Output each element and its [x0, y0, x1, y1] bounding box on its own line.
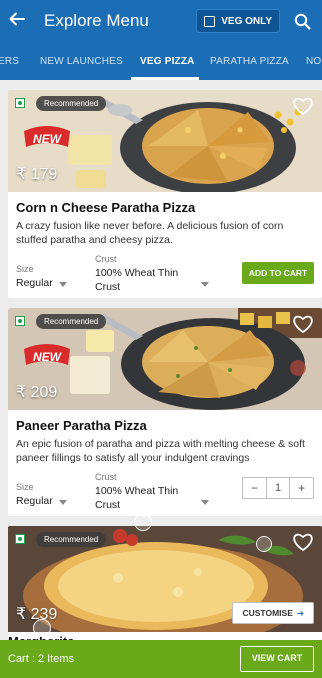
- new-badge-icon: NEW: [24, 126, 70, 147]
- touch-indicator: [256, 536, 272, 552]
- veg-only-label: VEG ONLY: [221, 15, 272, 27]
- product-description: A crazy fusion like never before. A deli…: [16, 220, 284, 246]
- touch-indicator: [33, 619, 51, 637]
- veg-mark-icon: [15, 316, 25, 326]
- product-card[interactable]: Recommended ₹ 239 CUSTOMISE ➔: [8, 526, 322, 640]
- size-label: Size: [16, 482, 34, 492]
- quantity-value: 1: [265, 478, 291, 498]
- product-image: Recommended NEW ₹ 179: [8, 90, 322, 192]
- arrow-back-icon[interactable]: [8, 10, 34, 32]
- chevron-down-icon[interactable]: [201, 282, 209, 287]
- recommended-badge: Recommended: [36, 314, 107, 329]
- chevron-down-icon[interactable]: [59, 500, 67, 505]
- product-description: An epic fusion of paratha and pizza with…: [16, 438, 305, 464]
- product-image: Recommended NEW ₹ 209: [8, 308, 322, 410]
- customise-button[interactable]: CUSTOMISE ➔: [232, 602, 314, 624]
- arrow-right-icon: ➔: [296, 608, 304, 618]
- cart-summary: Cart : 2 Items: [8, 653, 75, 665]
- heart-icon[interactable]: [292, 314, 314, 339]
- size-select[interactable]: Regular: [16, 276, 53, 290]
- product-card[interactable]: Recommended NEW ₹ 179 Corn n Cheese Para…: [8, 90, 322, 298]
- heart-icon[interactable]: [292, 532, 314, 557]
- recommended-badge: Recommended: [36, 96, 107, 111]
- view-cart-button[interactable]: VIEW CART: [240, 646, 314, 672]
- increment-button[interactable]: +: [290, 478, 313, 498]
- add-to-cart-button[interactable]: ADD TO CART: [242, 262, 314, 284]
- customise-label: CUSTOMISE: [242, 608, 293, 618]
- tab-veg-pizza[interactable]: VEG PIZZA: [140, 56, 195, 67]
- checkbox-icon: [204, 15, 216, 27]
- product-price: ₹ 209: [16, 384, 58, 401]
- veg-mark-icon: [15, 98, 25, 108]
- new-badge-icon: NEW: [24, 344, 70, 365]
- active-tab-indicator: [131, 77, 199, 80]
- touch-indicator: [134, 513, 152, 531]
- recommended-badge: Recommended: [36, 532, 107, 547]
- svg-text:NEW: NEW: [33, 350, 63, 364]
- cart-bar: Cart : 2 Items VIEW CART: [0, 640, 322, 678]
- tab-new-launches[interactable]: NEW LAUNCHES: [40, 56, 123, 67]
- tab-partial-left[interactable]: ERS: [0, 56, 19, 67]
- crust-select[interactable]: 100% Wheat Thin Crust: [95, 484, 195, 512]
- app-header: Explore Menu VEG ONLY: [0, 0, 322, 42]
- quantity-stepper: − 1 +: [242, 477, 314, 499]
- crust-label: Crust: [95, 472, 117, 482]
- svg-text:NEW: NEW: [33, 132, 63, 146]
- crust-select[interactable]: 100% Wheat Thin Crust: [95, 266, 195, 294]
- heart-icon[interactable]: [292, 96, 314, 121]
- veg-mark-icon: [15, 534, 25, 544]
- app-root: Explore Menu VEG ONLY ERS NEW LAUNCHES V…: [0, 0, 322, 678]
- product-name: Corn n Cheese Paratha Pizza: [16, 200, 196, 215]
- product-options: Size Regular Crust 100% Wheat Thin Crust…: [8, 253, 322, 298]
- page-title: Explore Menu: [44, 11, 149, 30]
- size-label: Size: [16, 264, 34, 274]
- veg-only-toggle[interactable]: VEG ONLY: [196, 9, 280, 33]
- chevron-down-icon[interactable]: [59, 282, 67, 287]
- category-tabs: ERS NEW LAUNCHES VEG PIZZA PARATHA PIZZA…: [0, 42, 322, 80]
- product-price: ₹ 179: [16, 166, 58, 183]
- decrement-button[interactable]: −: [243, 478, 266, 498]
- product-card[interactable]: Recommended NEW ₹ 209 Paneer Paratha Piz…: [8, 308, 322, 516]
- product-options: Size Regular Crust 100% Wheat Thin Crust…: [8, 471, 322, 516]
- product-image: Recommended ₹ 239 CUSTOMISE ➔: [8, 526, 322, 632]
- tab-paratha-pizza[interactable]: PARATHA PIZZA: [210, 56, 289, 67]
- chevron-down-icon[interactable]: [201, 500, 209, 505]
- crust-label: Crust: [95, 254, 117, 264]
- tab-partial-right[interactable]: NO: [306, 56, 321, 67]
- product-name: Paneer Paratha Pizza: [16, 418, 147, 433]
- search-icon[interactable]: [290, 9, 314, 33]
- size-select[interactable]: Regular: [16, 494, 53, 508]
